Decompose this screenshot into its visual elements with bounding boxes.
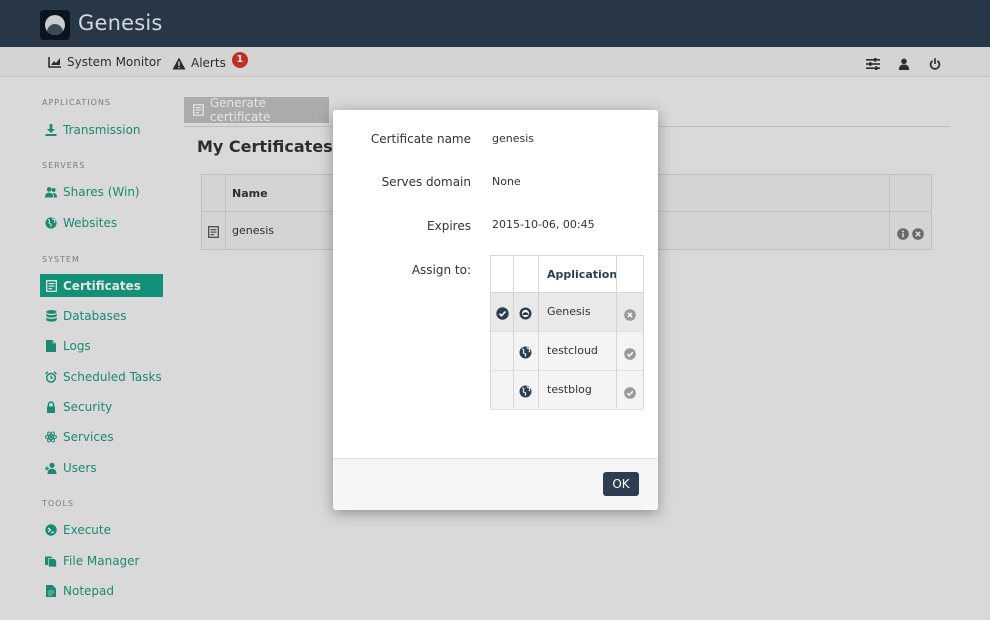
- application-name: testcloud: [547, 344, 598, 357]
- certificate-details-dialog: Certificate name genesis Serves domain N…: [333, 110, 658, 510]
- genesis-app-icon: [519, 305, 532, 324]
- dialog-footer: OK: [333, 458, 658, 510]
- assign-icon[interactable]: [624, 345, 636, 364]
- unassign-icon[interactable]: [624, 306, 636, 325]
- application-name: Genesis: [547, 305, 591, 318]
- expires-value: 2015-10-06, 00:45: [492, 218, 595, 231]
- serves-domain-label: Serves domain: [381, 175, 471, 189]
- assign-icon[interactable]: [624, 384, 636, 403]
- ok-button[interactable]: OK: [603, 472, 639, 496]
- check-circle-icon: [496, 305, 509, 324]
- assign-applications-table: Application Genesis testcloud testblog: [490, 255, 644, 410]
- globe-icon: [519, 383, 532, 402]
- column-header-application: Application: [547, 268, 618, 281]
- expires-label: Expires: [427, 219, 471, 233]
- certificate-name-label: Certificate name: [370, 132, 471, 146]
- globe-icon: [519, 344, 532, 363]
- serves-domain-value: None: [492, 175, 521, 188]
- certificate-name-value: genesis: [492, 132, 535, 145]
- application-name: testblog: [547, 383, 592, 396]
- assign-to-label: Assign to:: [411, 263, 471, 277]
